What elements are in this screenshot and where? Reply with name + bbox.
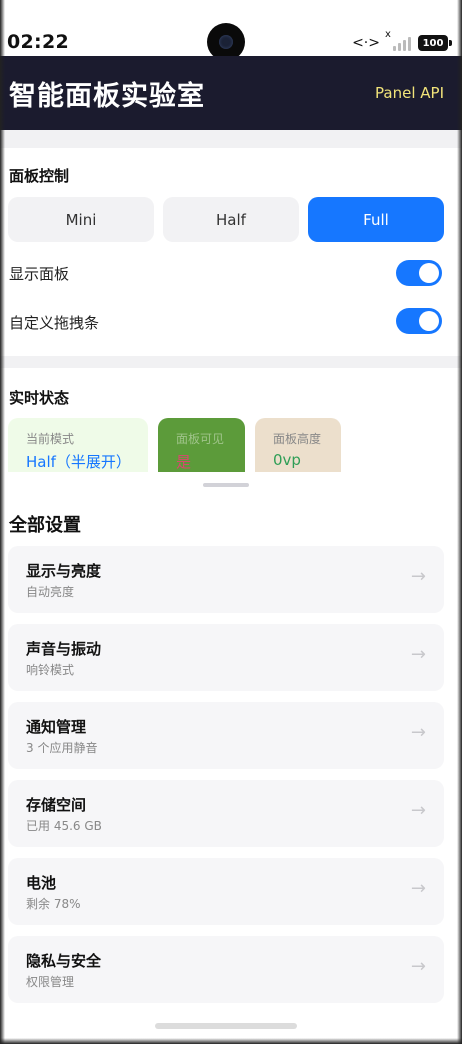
section-divider: [0, 356, 462, 368]
settings-item-sound[interactable]: 声音与振动 响铃模式 →: [8, 624, 444, 691]
arrow-right-icon: →: [410, 644, 426, 665]
card-value: 是: [176, 453, 192, 471]
home-indicator[interactable]: [155, 1023, 297, 1029]
show-panel-toggle[interactable]: [396, 260, 442, 286]
status-icons: <·> x 100: [352, 29, 452, 53]
card-key: 面板可见: [176, 432, 225, 446]
item-name: 电池: [26, 874, 57, 892]
page-title: 智能面板实验室: [9, 81, 205, 112]
item-sub: 已用 45.6 GB: [26, 819, 102, 833]
no-signal-mark: x: [385, 29, 391, 40]
status-bar: 02:22 <·> x 100: [0, 0, 462, 61]
panel-control-title: 面板控制: [9, 167, 70, 185]
network-icon: <·>: [352, 35, 380, 51]
mode-mini-button[interactable]: Mini: [8, 197, 154, 242]
arrow-right-icon: →: [410, 566, 426, 587]
panel-height-card: 面板高度 0vp: [255, 418, 341, 472]
show-panel-label: 显示面板: [9, 265, 70, 283]
item-sub: 3 个应用静音: [26, 741, 98, 755]
arrow-right-icon: →: [410, 800, 426, 821]
custom-drag-bar-toggle[interactable]: [396, 308, 442, 334]
settings-item-display[interactable]: 显示与亮度 自动亮度 →: [8, 546, 444, 613]
mode-full-button[interactable]: Full: [308, 197, 444, 242]
item-sub: 自动亮度: [26, 585, 75, 599]
arrow-right-icon: →: [410, 722, 426, 743]
card-value: Half（半展开）: [26, 453, 131, 471]
signal-icon: x: [385, 29, 413, 51]
item-name: 通知管理: [26, 718, 87, 736]
item-name: 显示与亮度: [26, 562, 102, 580]
app-header: 智能面板实验室 Panel API: [0, 56, 462, 130]
sheet-drag-handle[interactable]: [203, 483, 249, 487]
item-name: 隐私与安全: [26, 952, 102, 970]
mode-half-button[interactable]: Half: [163, 197, 299, 242]
custom-drag-bar-label: 自定义拖拽条: [9, 314, 100, 332]
settings-item-battery[interactable]: 电池 剩余 78% →: [8, 858, 444, 925]
settings-item-privacy[interactable]: 隐私与安全 权限管理 →: [8, 936, 444, 1003]
item-sub: 剩余 78%: [26, 897, 81, 911]
item-name: 存储空间: [26, 796, 87, 814]
section-divider: [0, 130, 462, 148]
settings-item-storage[interactable]: 存储空间 已用 45.6 GB →: [8, 780, 444, 847]
panel-visible-card: 面板可见 是: [158, 418, 245, 472]
settings-item-notifications[interactable]: 通知管理 3 个应用静音 →: [8, 702, 444, 769]
panel-api-link[interactable]: Panel API: [375, 84, 444, 102]
item-name: 声音与振动: [26, 640, 102, 658]
phone-screen: 02:22 <·> x 100 智能面板实验室 Panel API 面板控制 M…: [0, 0, 462, 1044]
item-sub: 响铃模式: [26, 663, 75, 677]
item-sub: 权限管理: [26, 975, 75, 989]
battery-icon: 100: [418, 35, 452, 51]
arrow-right-icon: →: [410, 878, 426, 899]
card-key: 面板高度: [273, 432, 322, 446]
card-key: 当前模式: [26, 432, 75, 446]
live-status-title: 实时状态: [9, 389, 70, 407]
current-mode-card: 当前模式 Half（半展开）: [8, 418, 148, 472]
arrow-right-icon: →: [410, 956, 426, 977]
settings-title: 全部设置: [9, 515, 81, 536]
card-value: 0vp: [273, 451, 301, 469]
status-time: 02:22: [7, 31, 69, 53]
